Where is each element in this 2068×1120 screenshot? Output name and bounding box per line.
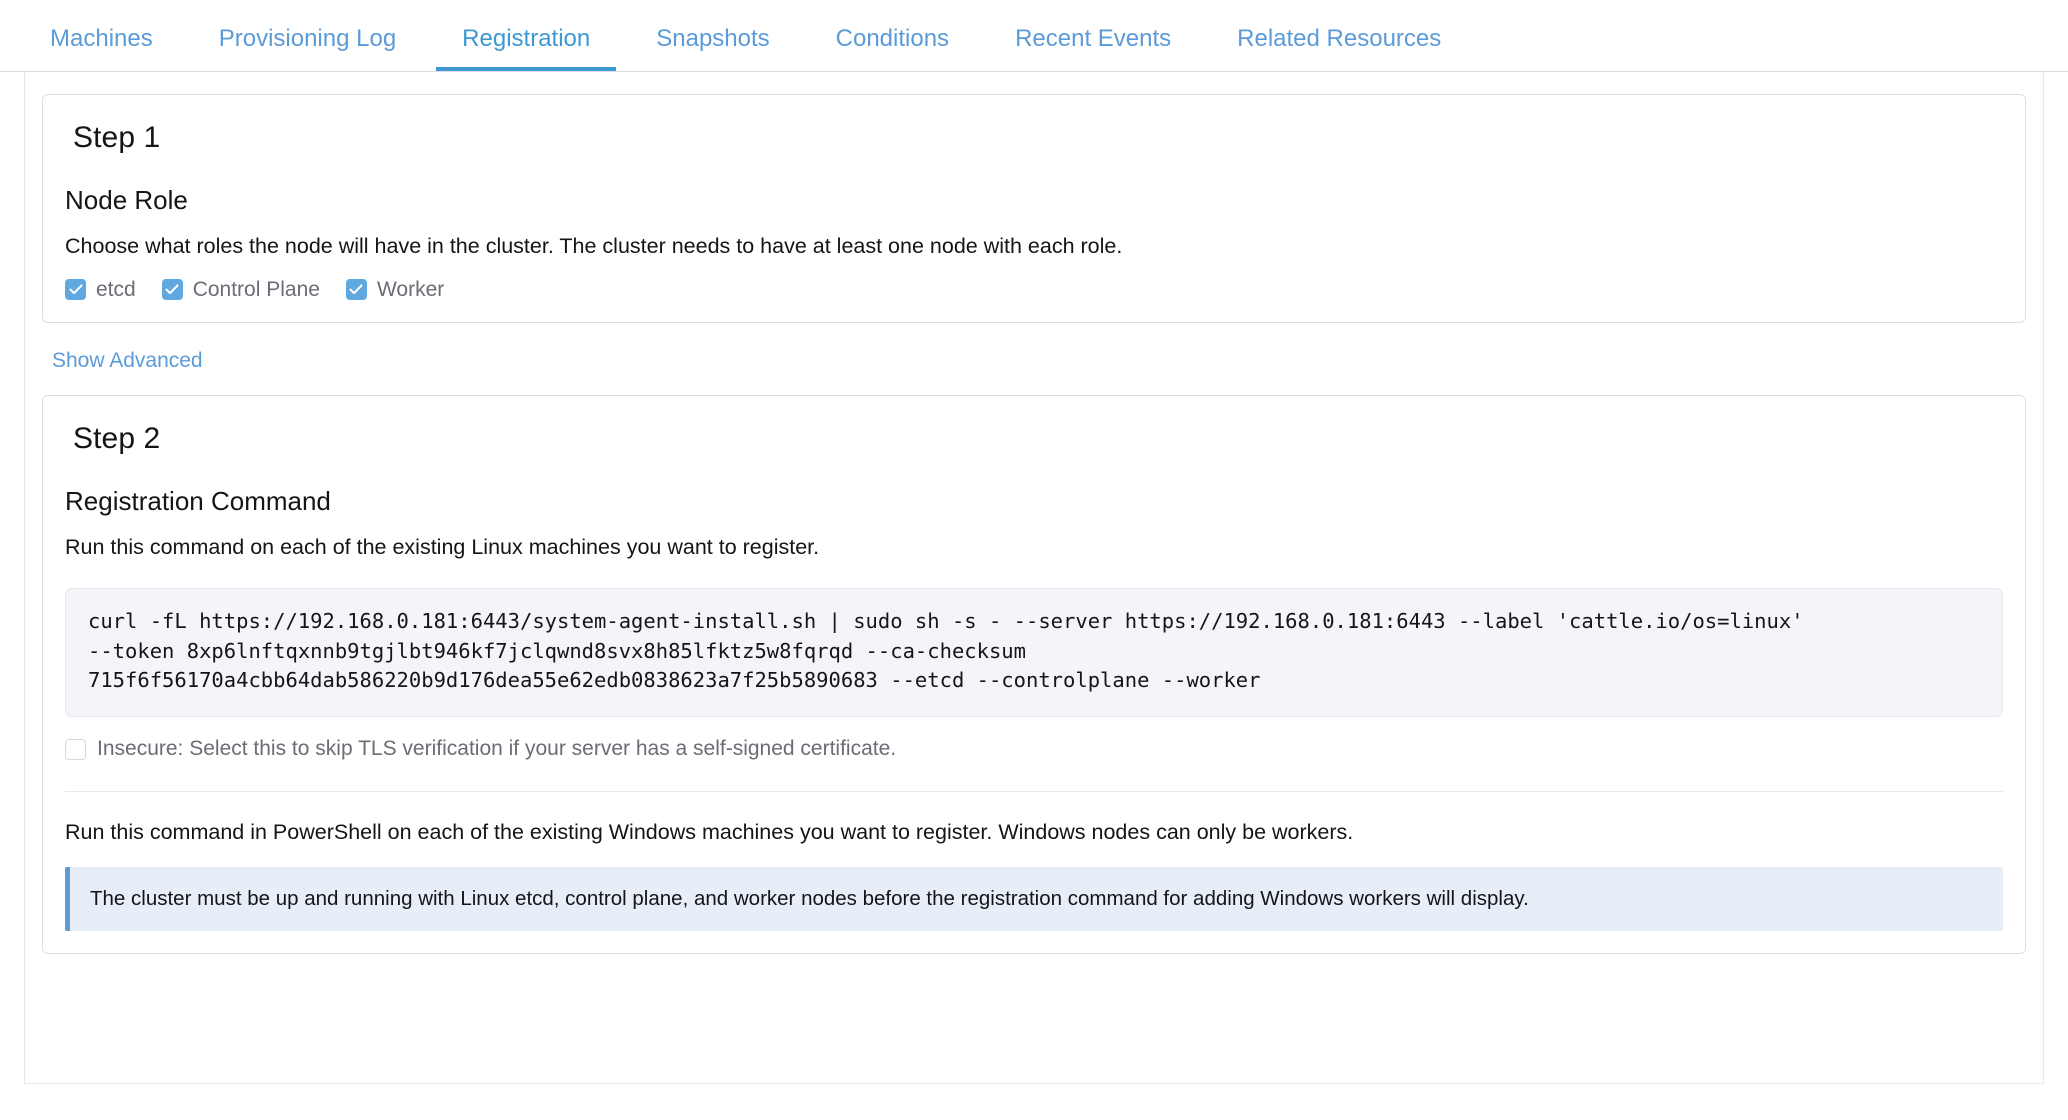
show-advanced-link[interactable]: Show Advanced	[52, 349, 203, 373]
tab-related-resources[interactable]: Related Resources	[1211, 27, 1467, 71]
checkmark-icon	[345, 279, 367, 301]
node-role-checkbox-group: etcd Control Plane Worker	[65, 278, 2003, 302]
section-divider	[65, 791, 2003, 793]
registration-page: Machines Provisioning Log Registration S…	[0, 0, 2068, 1120]
windows-info-banner: The cluster must be up and running with …	[65, 867, 2003, 932]
node-role-description: Choose what roles the node will have in …	[65, 234, 1123, 258]
empty-checkbox-icon	[65, 738, 86, 760]
checkmark-icon	[65, 279, 86, 301]
checkbox-insecure-label: Insecure: Select this to skip TLS verifi…	[97, 737, 897, 761]
checkbox-control-plane[interactable]: Control Plane	[161, 278, 320, 302]
tab-snapshots[interactable]: Snapshots	[630, 27, 795, 71]
step2-card: Step 2 Registration Command Run this com…	[42, 395, 2026, 955]
tab-machines[interactable]: Machines	[24, 27, 179, 71]
registration-command-heading: Registration Command	[65, 486, 331, 517]
linux-command-description: Run this command on each of the existing…	[65, 535, 820, 560]
windows-command-description: Run this command in PowerShell on each o…	[65, 820, 1354, 845]
registration-steps: Step 1 Node Role Choose what roles the n…	[24, 72, 2044, 955]
checkbox-insecure[interactable]: Insecure: Select this to skip TLS verifi…	[65, 737, 2003, 761]
step1-body: Node Role Choose what roles the node wil…	[43, 185, 2025, 302]
step1-title: Step 1	[73, 121, 161, 154]
checkmark-icon	[161, 279, 183, 301]
tab-conditions[interactable]: Conditions	[810, 27, 975, 71]
tab-bar: Machines Provisioning Log Registration S…	[0, 0, 2068, 72]
checkbox-etcd[interactable]: etcd	[65, 278, 136, 302]
registration-command-code[interactable]: curl -fL https://192.168.0.181:6443/syst…	[65, 588, 2003, 718]
step1-card: Step 1 Node Role Choose what roles the n…	[42, 94, 2026, 324]
checkbox-control-plane-label: Control Plane	[192, 278, 320, 302]
tab-recent-events[interactable]: Recent Events	[989, 27, 1197, 71]
step2-body: Registration Command Run this command on…	[43, 486, 2025, 932]
checkbox-worker[interactable]: Worker	[345, 278, 445, 302]
checkbox-etcd-label: etcd	[96, 278, 136, 302]
node-role-heading: Node Role	[65, 185, 188, 215]
tab-registration[interactable]: Registration	[436, 27, 617, 71]
step2-title: Step 2	[73, 422, 161, 456]
tab-provisioning-log[interactable]: Provisioning Log	[193, 27, 422, 71]
checkbox-worker-label: Worker	[376, 278, 445, 302]
tab-content: Step 1 Node Role Choose what roles the n…	[0, 72, 2068, 1120]
